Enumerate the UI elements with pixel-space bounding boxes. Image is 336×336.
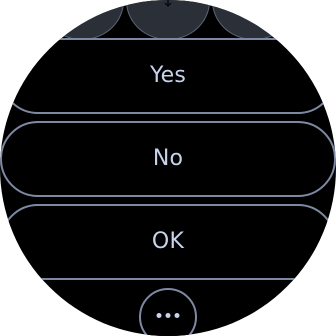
top-action-button-right[interactable] <box>212 0 296 40</box>
ok-label: OK <box>151 229 185 254</box>
yes-option-button[interactable]: Yes <box>0 38 336 114</box>
top-action-button-left[interactable] <box>40 0 124 40</box>
dot-icon <box>156 313 162 318</box>
ok-option-button[interactable]: OK <box>0 204 336 280</box>
top-action-button-middle[interactable] <box>126 0 210 40</box>
dot-icon <box>165 313 171 318</box>
more-options-icon <box>156 313 180 318</box>
more-options-button[interactable] <box>139 288 197 336</box>
yes-label: Yes <box>149 63 187 88</box>
no-label: No <box>152 146 184 171</box>
no-option-button[interactable]: No <box>0 121 336 197</box>
middle-action-icon <box>164 0 172 8</box>
dot-icon <box>174 313 180 318</box>
watch-screen: Yes No OK <box>0 0 336 336</box>
